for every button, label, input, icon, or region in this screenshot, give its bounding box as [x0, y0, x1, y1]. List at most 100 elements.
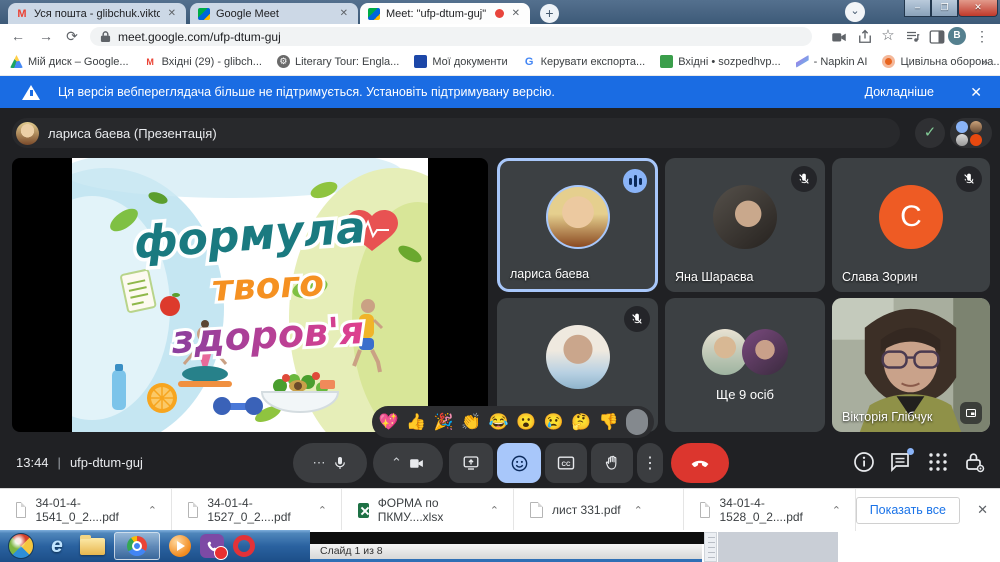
more-participants-label: Ще 9 осіб [716, 387, 774, 402]
chat-button[interactable] [888, 450, 912, 474]
host-controls-button[interactable] [962, 450, 986, 474]
new-tab-button[interactable]: + [540, 4, 559, 23]
download-item[interactable]: лист 331.pdf ⌃ [514, 489, 684, 531]
captions-button[interactable]: CC [545, 443, 587, 483]
camera-options-icon[interactable]: ⌃ [391, 455, 402, 471]
download-item[interactable]: 34-01-4-1527_0_2....pdf ⌃ [172, 489, 342, 531]
tab-meet-active[interactable]: Meet: "ufp-dtum-guj" ✕ [360, 3, 530, 24]
avatar [546, 325, 610, 389]
reaction-cry[interactable]: 😢 [543, 412, 565, 432]
mic-options-icon[interactable]: ⋯ [313, 455, 326, 471]
share-icon[interactable] [856, 28, 874, 46]
download-item[interactable]: 34-01-4-1541_0_2....pdf ⌃ [0, 489, 172, 531]
side-panel-icon[interactable] [928, 28, 946, 46]
presentation-tile[interactable]: формула твого здоров'я [12, 158, 488, 432]
download-menu-icon[interactable]: ⌃ [148, 504, 157, 517]
media-player-icon[interactable] [169, 535, 191, 557]
picture-in-picture-icon[interactable] [960, 402, 982, 424]
camera-in-use-icon[interactable] [830, 28, 848, 46]
banner-close-icon[interactable]: ✕ [970, 84, 982, 101]
powerpoint-slide-strip [310, 532, 716, 544]
internet-explorer-icon[interactable]: e [43, 534, 71, 558]
forward-button[interactable]: → [36, 26, 56, 46]
minimize-button[interactable]: – [904, 0, 931, 17]
participant-name: Слава Зорин [842, 270, 918, 284]
present-button[interactable] [449, 443, 493, 483]
reaction-thumbs-down[interactable]: 👎 [598, 412, 620, 432]
video-tile-larysa[interactable]: лариса баева [497, 158, 658, 292]
powerpoint-scrollbar[interactable] [704, 532, 717, 562]
address-bar[interactable]: meet.google.com/ufp-dtum-guj [90, 27, 812, 46]
reaction-surprised[interactable]: 😮 [516, 412, 538, 432]
bookmark-inbox[interactable]: Вхідні • sozpedhvp... [660, 55, 780, 68]
reaction-thumbs-up[interactable]: 👍 [406, 412, 428, 432]
reaction-heart[interactable]: 💖 [378, 412, 400, 432]
reload-button[interactable]: ⟳ [62, 26, 82, 46]
bookmark-docs[interactable]: Мої документи [414, 55, 507, 68]
tab-search-button[interactable]: ⌄ [845, 2, 865, 22]
mic-button[interactable]: ⋯ [293, 443, 367, 483]
opera-icon[interactable] [233, 535, 255, 557]
tab-close-icon[interactable]: ✕ [166, 8, 178, 19]
tab-label: Уся пошта - glibchuk.viktoria@g [34, 8, 160, 20]
download-item[interactable]: ФОРМА по ПКМУ....xlsx ⌃ [342, 489, 514, 531]
back-button[interactable]: ← [8, 26, 28, 46]
maximize-button[interactable]: ❐ [931, 0, 958, 17]
playlist-icon[interactable] [904, 28, 922, 46]
confirm-check-button[interactable]: ✓ [915, 118, 945, 148]
start-button[interactable] [8, 533, 34, 559]
bookmark-star-icon[interactable]: ☆ [878, 26, 898, 46]
download-menu-icon[interactable]: ⌃ [832, 504, 841, 517]
more-participants-tile[interactable]: Ще 9 осіб [665, 298, 825, 432]
bookmark-literary[interactable]: ⚙Literary Tour: Engla... [277, 55, 399, 68]
download-menu-icon[interactable]: ⌃ [318, 504, 327, 517]
raise-hand-button[interactable] [591, 443, 633, 483]
participants-stack[interactable] [950, 118, 992, 148]
show-all-downloads-button[interactable]: Показать все [856, 497, 960, 524]
reaction-party[interactable]: 🎉 [433, 412, 455, 432]
bookmark-drive[interactable]: Мій диск – Google... [10, 55, 129, 68]
download-menu-icon[interactable]: ⌃ [634, 504, 643, 517]
orange-dot-icon [882, 55, 895, 68]
camera-button[interactable]: ⌃ [373, 443, 443, 483]
bookmark-napkin[interactable]: - Napkin AI [796, 55, 868, 68]
more-options-button[interactable]: ⋮ [637, 443, 663, 483]
tab-close-icon[interactable]: ✕ [510, 8, 522, 19]
banner-learn-more-link[interactable]: Докладніше [865, 85, 934, 99]
browser-menu-icon[interactable]: ⋮ [972, 26, 992, 46]
slide-title-line2: твого [211, 263, 325, 310]
tab-mail[interactable]: M Уся пошта - glibchuk.viktoria@g ✕ [8, 3, 186, 24]
close-window-button[interactable]: ✕ [958, 0, 998, 17]
bookmarks-overflow-icon[interactable]: » [981, 55, 988, 69]
meta-divider: | [58, 455, 61, 470]
tab-close-icon[interactable]: ✕ [338, 8, 350, 19]
video-tile-viktoria[interactable]: Вікторія Глібчук [832, 298, 990, 432]
presenter-bar[interactable]: лариса баева (Презентація) [12, 118, 900, 148]
video-tile-slava[interactable]: C Слава Зорин [832, 158, 990, 292]
file-explorer-icon[interactable] [80, 538, 105, 555]
reaction-thinking[interactable]: 🤔 [571, 412, 593, 432]
meeting-details-button[interactable] [852, 450, 876, 474]
bookmark-gmail[interactable]: MВхідні (29) - glibch... [144, 55, 262, 68]
end-call-button[interactable] [671, 443, 729, 483]
reaction-clap[interactable]: 👏 [461, 412, 483, 432]
download-menu-icon[interactable]: ⌃ [490, 504, 499, 517]
bookmark-export[interactable]: GКерувати експорта... [523, 55, 646, 68]
avatar-group [702, 329, 788, 375]
download-item[interactable]: 34-01-4-1528_0_2....pdf ⌃ [684, 489, 856, 531]
reactions-bar-end [626, 409, 648, 435]
gmail-icon: M [144, 55, 157, 68]
video-tile-yana[interactable]: Яна Шараєва [665, 158, 825, 292]
activities-button[interactable] [926, 450, 950, 474]
powerpoint-window[interactable]: Слайд 1 из 8 [310, 530, 838, 562]
tab-google-meet[interactable]: Google Meet ✕ [190, 3, 358, 24]
browser-toolbar: ← → ⟳ meet.google.com/ufp-dtum-guj ☆ B ⋮ [0, 24, 1000, 48]
downloads-close-icon[interactable]: ✕ [977, 502, 988, 518]
bookmarks-bar: Мій диск – Google... MВхідні (29) - glib… [0, 48, 1000, 76]
reaction-laugh[interactable]: 😂 [488, 412, 510, 432]
viber-icon[interactable] [200, 534, 224, 558]
meet-app: лариса баева (Презентація) ✓ [0, 108, 1000, 488]
chrome-taskbar-button[interactable] [114, 532, 160, 560]
profile-avatar[interactable]: B [948, 27, 966, 45]
reactions-button[interactable] [497, 443, 541, 483]
